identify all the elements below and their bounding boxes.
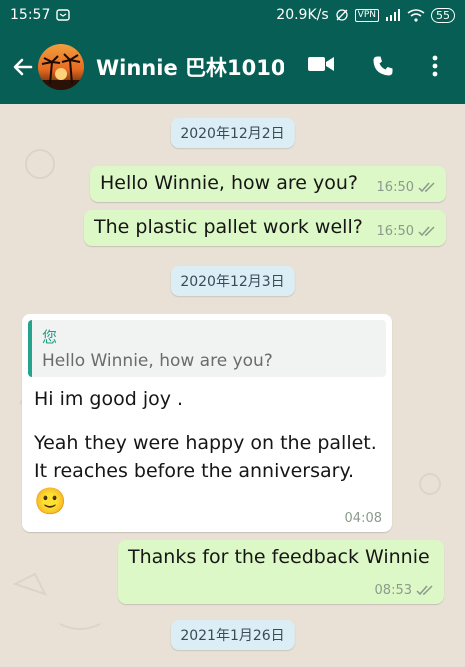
voice-call-button[interactable] (371, 54, 395, 78)
double-check-icon (418, 182, 435, 193)
message-text: The plastic pallet work well? (94, 216, 363, 238)
arrow-left-icon (13, 58, 33, 76)
status-right: 20.9K/s VPN 55 (276, 7, 455, 23)
quote-author: 您 (42, 328, 58, 346)
battery-indicator: 55 (431, 7, 455, 23)
message-text: Thanks for the feedback Winnie (128, 546, 430, 568)
quote-text: Hello Winnie, how are you? (42, 351, 273, 371)
message-meta: 16:50 (377, 180, 436, 195)
alarm-off-icon (335, 8, 349, 22)
network-speed: 20.9K/s (276, 7, 329, 23)
status-time: 15:57 (10, 7, 51, 23)
phone-icon (373, 56, 393, 76)
double-check-icon (416, 585, 433, 596)
message-meta: 08:53 (375, 583, 434, 598)
message-bubble-outgoing[interactable]: Hello Winnie, how are you? 16:50 (90, 166, 446, 202)
chat-header: Winnie 巴林1010... (0, 30, 465, 104)
message-line: Yeah they were happy on the pallet. (34, 432, 377, 454)
message-time: 08:53 (374, 583, 412, 598)
menu-button[interactable] (430, 54, 440, 78)
quoted-message[interactable]: 您 Hello Winnie, how are you? (28, 320, 386, 377)
video-camera-icon (308, 57, 334, 71)
status-bar: 15:57 20.9K/s VPN 55 (0, 0, 465, 30)
message-bubble-outgoing[interactable]: The plastic pallet work well? 16:50 (84, 210, 446, 246)
more-vert-icon (432, 55, 438, 77)
video-call-button[interactable] (307, 54, 335, 74)
contact-name[interactable]: Winnie 巴林1010... (96, 52, 284, 82)
wifi-icon (407, 8, 425, 22)
date-chip: 2020年12月2日 (170, 118, 295, 148)
signal-icon (385, 9, 401, 21)
avatar[interactable] (38, 44, 84, 90)
message-line: It reaches before the anniversary. (34, 460, 355, 482)
chat-area[interactable]: 2020年12月2日 Hello Winnie, how are you? 16… (0, 104, 465, 667)
date-chip: 2021年1月26日 (170, 620, 295, 650)
message-meta: 16:50 (377, 224, 436, 239)
message-bubble-outgoing[interactable]: Thanks for the feedback Winnie 08:53 (118, 540, 444, 604)
double-check-icon (418, 226, 435, 237)
vpn-badge: VPN (354, 8, 379, 22)
message-bubble-incoming[interactable]: 您 Hello Winnie, how are you? Hi im good … (22, 314, 392, 532)
smiley-emoji: 🙂 (34, 487, 67, 517)
date-chip: 2020年12月3日 (170, 266, 295, 296)
notification-icon (56, 8, 71, 22)
back-button[interactable] (4, 55, 42, 79)
message-line: Hi im good joy . (34, 388, 184, 410)
message-time: 16:50 (376, 224, 414, 239)
status-left: 15:57 (10, 7, 71, 23)
message-time: 04:08 (344, 511, 382, 526)
message-time: 16:50 (376, 180, 414, 195)
message-text: Hello Winnie, how are you? (100, 172, 358, 194)
